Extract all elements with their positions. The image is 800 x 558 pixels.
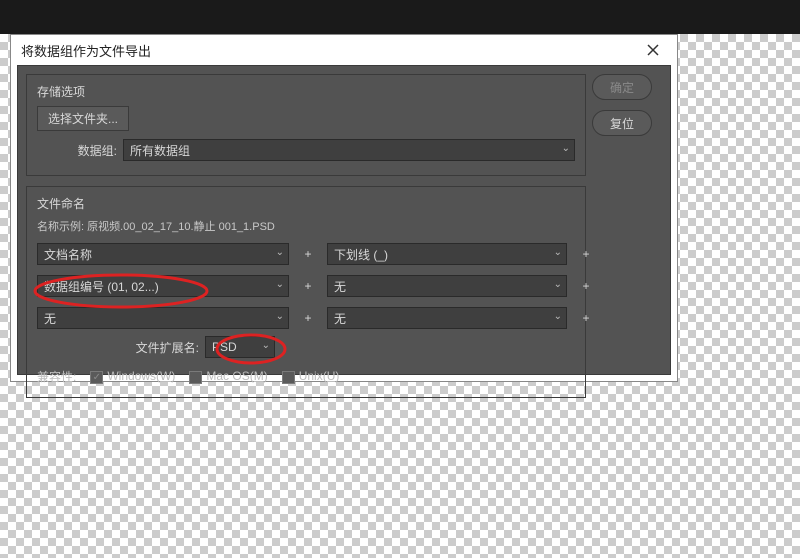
compat-mac[interactable]: Mac OS(M) <box>189 369 267 383</box>
plus-separator: + <box>295 279 321 293</box>
compat-windows: Windows(W) <box>90 369 175 383</box>
name-part-3-select[interactable]: 数据组编号 (01, 02...)⌄ <box>37 275 289 297</box>
storage-legend: 存储选项 <box>37 83 85 100</box>
compatibility-row: 兼容性: Windows(W) Mac OS(M) Unix(U) <box>37 368 575 385</box>
chevron-down-icon: ⌄ <box>562 143 570 154</box>
dialog-title: 将数据组作为文件导出 <box>21 41 639 60</box>
chevron-down-icon: ⌄ <box>554 311 562 322</box>
file-naming-fieldset: 文件命名 名称示例: 原视频.00_02_17_10.静止 001_1.PSD … <box>26 186 586 398</box>
chevron-down-icon: ⌄ <box>276 247 284 258</box>
name-part-2-select[interactable]: 下划线 (_)⌄ <box>327 243 567 265</box>
app-toolbar <box>0 0 800 34</box>
ok-button[interactable]: 确定 <box>592 74 652 100</box>
extension-label: 文件扩展名: <box>37 339 205 356</box>
data-group-label: 数据组: <box>37 142 123 159</box>
name-part-1-select[interactable]: 文档名称⌄ <box>37 243 289 265</box>
compat-label: 兼容性: <box>37 368 76 385</box>
export-datasets-dialog: 将数据组作为文件导出 存储选项 选择文件夹... 数据组: 所有数据组 ⌄ 文件… <box>10 34 678 382</box>
data-group-select[interactable]: 所有数据组 ⌄ <box>123 139 575 161</box>
chevron-down-icon: ⌄ <box>262 340 270 351</box>
reset-button[interactable]: 复位 <box>592 110 652 136</box>
close-icon <box>647 44 659 56</box>
name-part-4-select[interactable]: 无⌄ <box>327 275 567 297</box>
compat-unix[interactable]: Unix(U) <box>282 369 340 383</box>
chevron-down-icon: ⌄ <box>554 247 562 258</box>
storage-options-fieldset: 存储选项 选择文件夹... 数据组: 所有数据组 ⌄ <box>26 74 586 176</box>
plus-separator: + <box>573 311 599 325</box>
close-button[interactable] <box>639 40 667 60</box>
chevron-down-icon: ⌄ <box>276 279 284 290</box>
checkbox-windows <box>90 371 103 384</box>
extension-select[interactable]: PSD⌄ <box>205 336 275 358</box>
example-name: 名称示例: 原视频.00_02_17_10.静止 001_1.PSD <box>37 218 575 234</box>
checkbox-unix[interactable] <box>282 371 295 384</box>
checkbox-mac[interactable] <box>189 371 202 384</box>
plus-separator: + <box>573 247 599 261</box>
titlebar: 将数据组作为文件导出 <box>11 35 677 65</box>
naming-legend: 文件命名 <box>37 195 85 212</box>
chevron-down-icon: ⌄ <box>276 311 284 322</box>
plus-separator: + <box>295 247 321 261</box>
name-part-6-select[interactable]: 无⌄ <box>327 307 567 329</box>
dialog-body: 存储选项 选择文件夹... 数据组: 所有数据组 ⌄ 文件命名 名称示例: 原视… <box>17 65 671 375</box>
plus-separator: + <box>573 279 599 293</box>
name-part-5-select[interactable]: 无⌄ <box>37 307 289 329</box>
chevron-down-icon: ⌄ <box>554 279 562 290</box>
plus-separator: + <box>295 311 321 325</box>
choose-folder-button[interactable]: 选择文件夹... <box>37 106 129 131</box>
